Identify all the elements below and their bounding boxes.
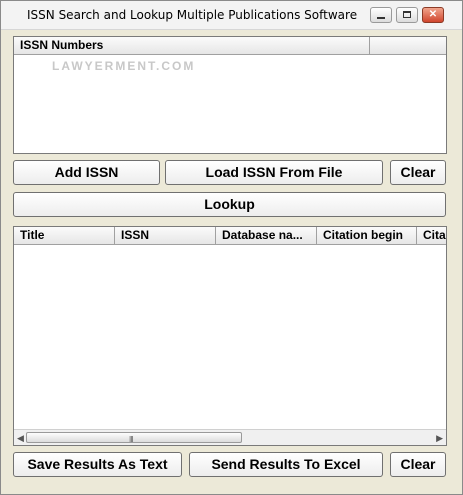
issn-numbers-column-header[interactable]: ISSN Numbers: [14, 37, 370, 54]
send-results-excel-button[interactable]: Send Results To Excel: [189, 452, 383, 477]
results-header-row: Title ISSN Database na... Citation begin…: [14, 227, 446, 245]
app-window: ISSN Search and Lookup Multiple Publicat…: [0, 0, 463, 495]
column-header-title[interactable]: Title: [14, 227, 115, 244]
close-icon: ✕: [428, 9, 438, 20]
issn-header-row: ISSN Numbers: [14, 37, 446, 55]
window-title: ISSN Search and Lookup Multiple Publicat…: [27, 8, 358, 22]
column-header-database-name[interactable]: Database na...: [216, 227, 317, 244]
clear-issn-button[interactable]: Clear: [390, 160, 446, 185]
results-table[interactable]: Title ISSN Database na... Citation begin…: [13, 226, 447, 446]
column-header-citation-begin[interactable]: Citation begin: [317, 227, 417, 244]
column-header-citation-end[interactable]: Cita: [417, 227, 446, 244]
minimize-button[interactable]: [370, 7, 392, 23]
scrollbar-grip: III: [129, 435, 134, 444]
minimize-icon: [377, 17, 385, 19]
close-button[interactable]: ✕: [422, 7, 444, 23]
save-results-text-button[interactable]: Save Results As Text: [13, 452, 182, 477]
lookup-button[interactable]: Lookup: [13, 192, 446, 217]
load-issn-file-button[interactable]: Load ISSN From File: [165, 160, 383, 185]
left-arrow-icon[interactable]: ◀: [17, 433, 24, 444]
title-bar: ISSN Search and Lookup Multiple Publicat…: [1, 1, 462, 30]
issn-extra-column-header[interactable]: [370, 37, 446, 54]
maximize-button[interactable]: [396, 7, 418, 23]
watermark-text: LAWYERMENT.COM: [52, 59, 196, 73]
horizontal-scrollbar[interactable]: ◀ III ▶: [14, 429, 446, 445]
scrollbar-thumb[interactable]: III: [26, 432, 242, 444]
add-issn-button[interactable]: Add ISSN: [13, 160, 160, 185]
clear-results-button[interactable]: Clear: [390, 452, 446, 477]
right-arrow-icon[interactable]: ▶: [436, 433, 443, 444]
issn-list-panel[interactable]: ISSN Numbers LAWYERMENT.COM: [13, 36, 447, 154]
column-header-issn[interactable]: ISSN: [115, 227, 216, 244]
maximize-icon: [403, 11, 411, 18]
